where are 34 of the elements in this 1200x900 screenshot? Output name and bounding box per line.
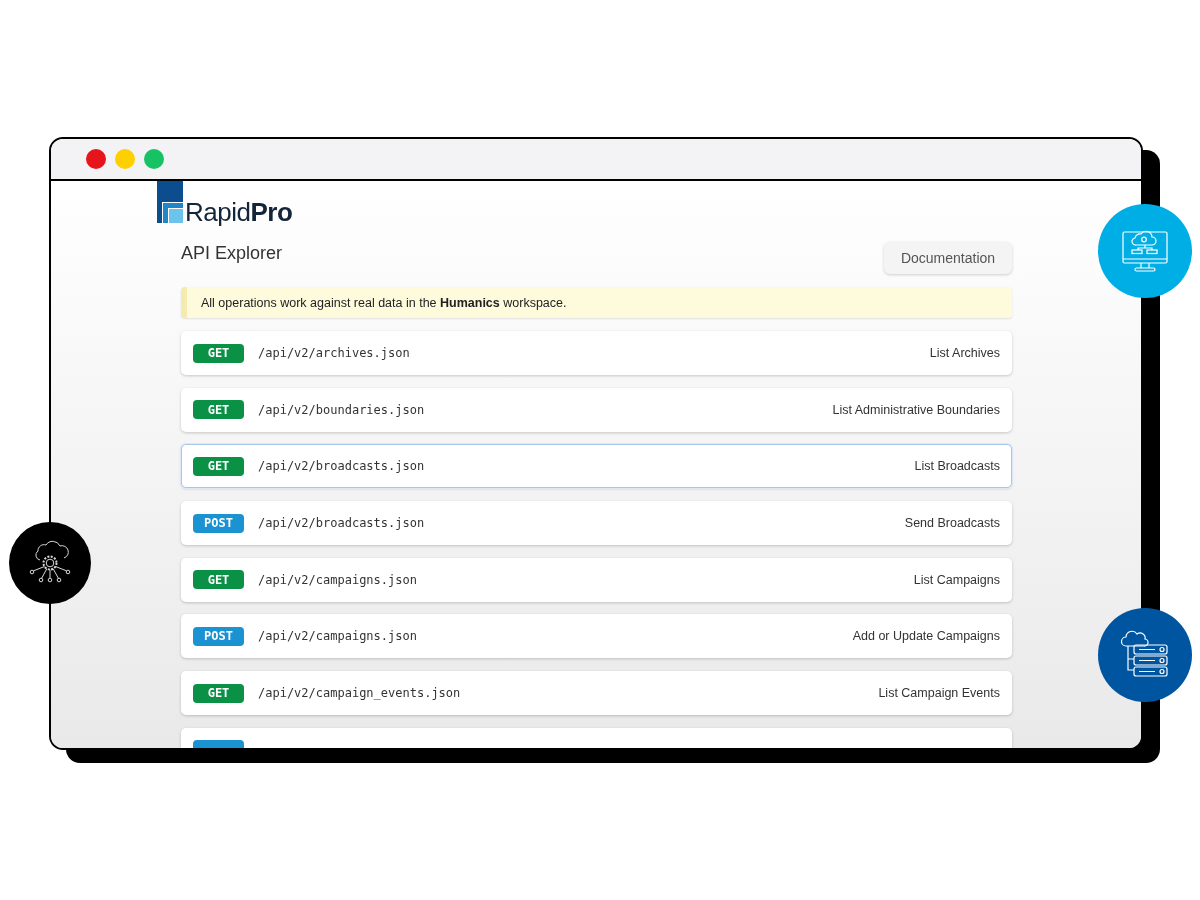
method-badge: POST — [193, 513, 244, 533]
window-close-button[interactable] — [86, 149, 106, 169]
endpoint-path: /api/v2/boundaries.json — [258, 402, 425, 417]
documentation-button[interactable]: Documentation — [884, 242, 1012, 274]
endpoint-description: Add or Update Campaigns — [852, 629, 1000, 644]
endpoint-row[interactable]: GET /api/v2/archives.json List Archives — [181, 331, 1012, 375]
endpoint-row[interactable]: GET /api/v2/campaign_events.json List Campaign Events — [181, 671, 1012, 716]
endpoint-description: List Broadcasts — [914, 459, 1000, 474]
method-badge: GET — [193, 343, 244, 363]
method-badge: GET — [193, 400, 244, 420]
method-badge: POST — [193, 626, 244, 646]
endpoint-description: List Administrative Boundaries — [832, 402, 1000, 417]
endpoint-row[interactable]: GET /api/v2/broadcasts.json List Broadcasts — [181, 444, 1012, 489]
endpoint-path: /api/v2/broadcasts.json — [258, 516, 425, 531]
endpoint-description: List Campaign Events — [878, 686, 1000, 701]
endpoint-path: /api/v2/broadcasts.json — [258, 459, 425, 474]
notice-banner: All operations work against real data in the Humanics workspace. — [181, 287, 1012, 318]
endpoint-path: /api/v2/campaigns.json — [258, 572, 417, 587]
endpoint-path: /api/v2/campaigns.json — [258, 629, 417, 644]
page-title: API Explorer — [181, 242, 283, 264]
endpoint-row[interactable]: POST /api/v2/campaigns.json Add or Update Campaigns — [181, 614, 1012, 659]
endpoint-description: Send Broadcasts — [904, 516, 1000, 531]
endpoint-description: List Archives — [929, 346, 1000, 360]
endpoint-row[interactable]: GET /api/v2/boundaries.json List Administrative Boundaries — [181, 387, 1012, 432]
endpoint-path: /api/v2/archives.json — [258, 346, 410, 360]
endpoint-row[interactable]: GET /api/v2/campaigns.json List Campaigns — [181, 557, 1012, 602]
logo-text: RapidPro — [185, 199, 293, 225]
method-badge: GET — [193, 683, 244, 703]
method-badge: GET — [193, 570, 244, 590]
window-maximize-button[interactable] — [144, 149, 164, 169]
method-badge: GET — [193, 456, 244, 476]
endpoint-path: /api/v2/campaign_events.json — [258, 686, 461, 701]
endpoint-description: List Campaigns — [913, 572, 1000, 587]
endpoint-row[interactable]: POST /api/v2/broadcasts.json Send Broadcasts — [181, 501, 1012, 546]
